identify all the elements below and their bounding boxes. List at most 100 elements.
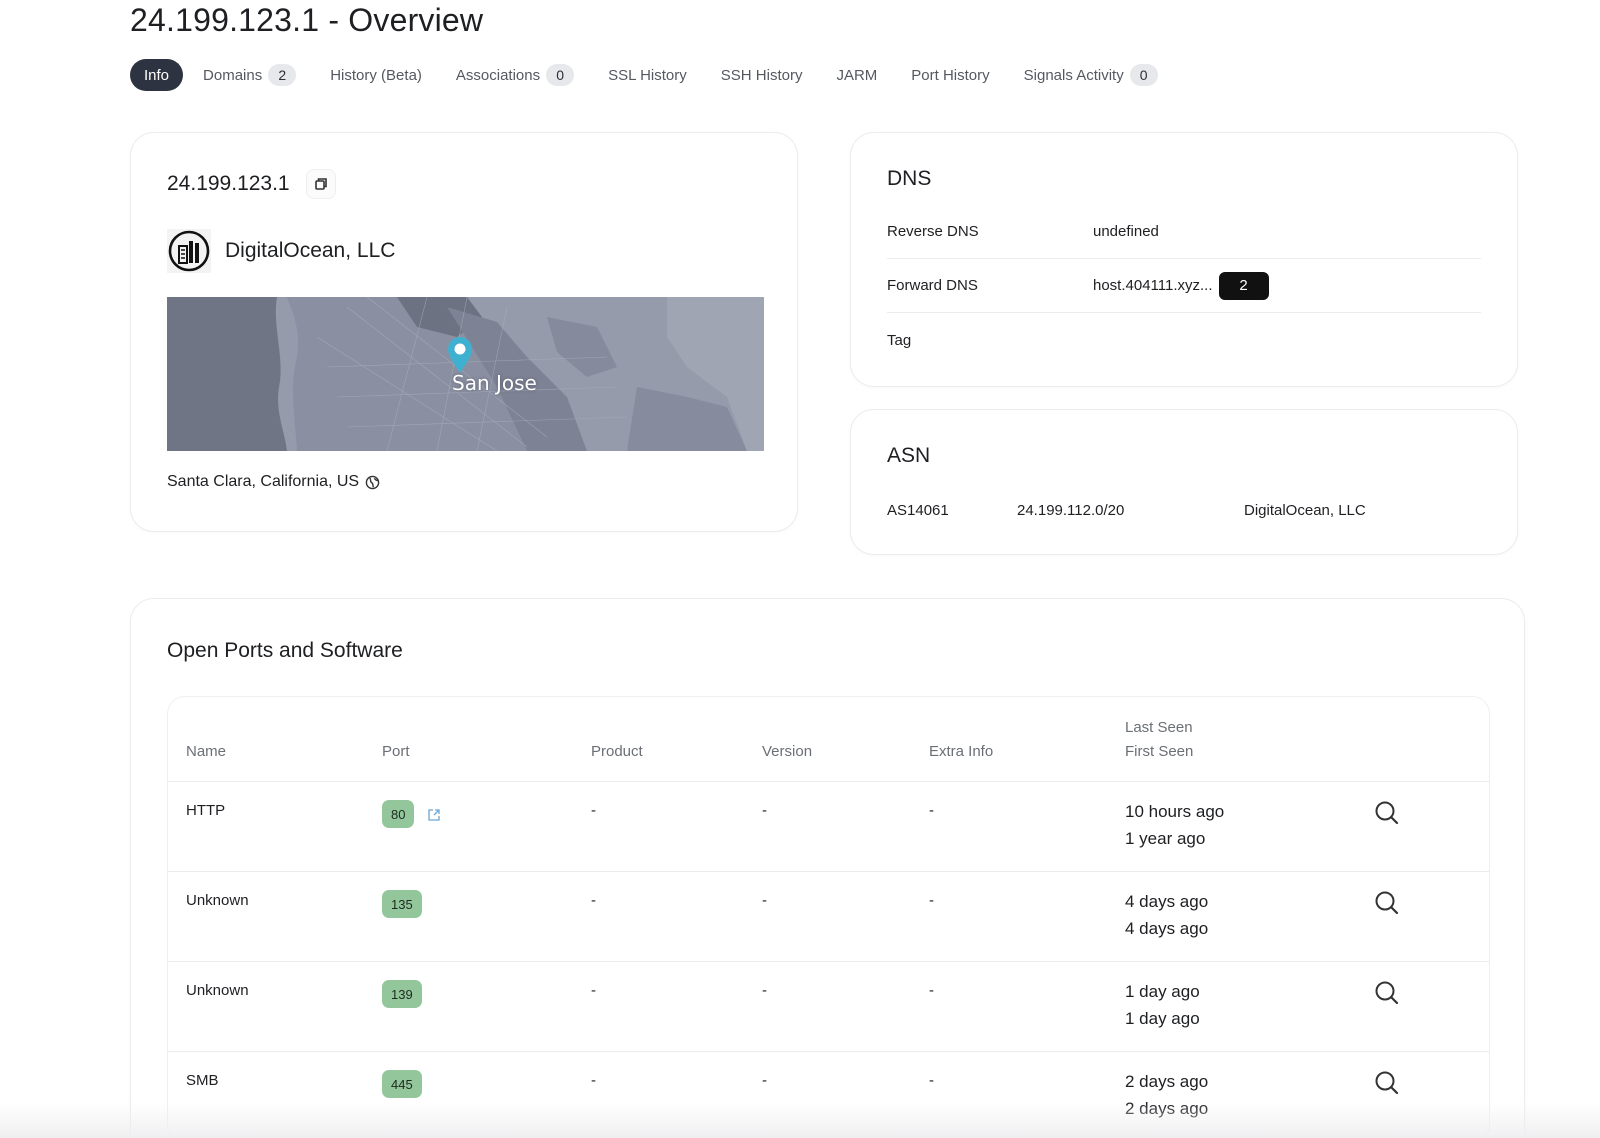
tab-label: Domains: [203, 66, 263, 84]
port-badge[interactable]: 80: [382, 800, 415, 828]
open-ports-card: Open Ports and Software Name Port Produc…: [130, 598, 1525, 1138]
reverse-dns-row: Reverse DNS undefined: [887, 205, 1481, 259]
version-cell: -: [762, 982, 767, 999]
table-row: HTTP 80 - - - 10 hours ago 1 year ago: [168, 782, 1489, 872]
asn-org: DigitalOcean, LLC: [1244, 502, 1366, 519]
search-button[interactable]: [1374, 980, 1400, 1010]
ip-info-card: 24.199.123.1 DigitalOcean, LLC San Jose …: [130, 132, 798, 532]
seen-cell: 1 day ago 1 day ago: [1125, 978, 1200, 1032]
port-badge[interactable]: 139: [382, 980, 422, 1008]
port-badge[interactable]: 445: [382, 1070, 422, 1098]
tab-ssh-history[interactable]: SSH History: [707, 59, 817, 91]
port-cell: 445: [382, 1070, 422, 1098]
col-last-seen[interactable]: Last Seen: [1125, 719, 1193, 736]
tab-history[interactable]: History (Beta): [316, 59, 436, 91]
tab-bar: Info Domains 2 History (Beta) Association…: [130, 59, 1178, 91]
tab-domains[interactable]: Domains 2: [189, 59, 310, 91]
port-cell: 135: [382, 890, 422, 918]
map-city-label: San Jose: [452, 371, 537, 395]
seen-cell: 4 days ago 4 days ago: [1125, 888, 1208, 942]
tab-label: SSH History: [720, 66, 803, 84]
version-cell: -: [762, 1072, 767, 1089]
seen-cell: 2 days ago 2 days ago: [1125, 1068, 1208, 1122]
col-port[interactable]: Port: [382, 743, 410, 760]
tab-count-badge: 0: [1129, 64, 1158, 86]
first-seen: 2 days ago: [1125, 1099, 1209, 1118]
ip-row: 24.199.123.1: [167, 169, 336, 199]
page-title: 24.199.123.1 - Overview: [130, 2, 484, 38]
org-row: DigitalOcean, LLC: [167, 229, 395, 273]
forward-dns-count-button[interactable]: 2: [1218, 271, 1269, 300]
first-seen: 4 days ago: [1125, 919, 1209, 938]
tab-label: Signals Activity: [1023, 66, 1124, 84]
product-cell: -: [591, 892, 596, 909]
product-cell: -: [591, 982, 596, 999]
dns-heading: DNS: [887, 167, 932, 190]
table-row: Unknown 135 - - - 4 days ago 4 days ago: [168, 872, 1489, 962]
tab-jarm[interactable]: JARM: [822, 59, 891, 91]
seen-cell: 10 hours ago 1 year ago: [1125, 798, 1224, 852]
last-seen: 2 days ago: [1125, 1072, 1209, 1091]
tab-label: JARM: [836, 66, 878, 84]
dns-label: Forward DNS: [887, 277, 978, 294]
ports-table: Name Port Product Version Extra Info Las…: [167, 696, 1490, 1138]
external-link-icon[interactable]: [427, 808, 441, 822]
tab-port-history[interactable]: Port History: [897, 59, 1003, 91]
service-name: Unknown: [186, 982, 249, 999]
search-icon: [1375, 891, 1399, 915]
map-pin-icon[interactable]: [445, 335, 475, 375]
table-header: Name Port Product Version Extra Info Las…: [168, 697, 1489, 782]
tab-associations[interactable]: Associations 0: [442, 59, 588, 91]
copy-icon: [314, 178, 327, 190]
last-seen: 10 hours ago: [1125, 802, 1225, 821]
tab-count-badge: 2: [268, 64, 297, 86]
dns-value-wrap: host.404111.xyz... 2: [1093, 271, 1269, 300]
col-product[interactable]: Product: [591, 743, 643, 760]
asn-card: ASN AS14061 24.199.112.0/20 DigitalOcean…: [850, 409, 1518, 555]
tab-label: Associations: [455, 66, 541, 84]
col-first-seen[interactable]: First Seen: [1125, 743, 1193, 760]
col-version[interactable]: Version: [762, 743, 812, 760]
dns-label: Reverse DNS: [887, 223, 979, 240]
dns-label: Tag: [887, 331, 912, 349]
search-icon: [1375, 1071, 1399, 1095]
port-badge[interactable]: 135: [382, 890, 422, 918]
first-seen: 1 day ago: [1125, 1009, 1200, 1028]
search-button[interactable]: [1374, 890, 1400, 920]
extra-info-cell: -: [929, 982, 934, 999]
globe-icon: [365, 475, 380, 490]
port-cell: 139: [382, 980, 422, 1008]
search-icon: [1375, 801, 1399, 825]
tab-label: Port History: [911, 66, 990, 84]
tab-label: Info: [144, 66, 170, 84]
first-seen: 1 year ago: [1125, 829, 1206, 848]
location-map[interactable]: San Jose: [167, 297, 764, 451]
search-button[interactable]: [1374, 1070, 1400, 1100]
open-ports-title: Open Ports and Software: [167, 639, 403, 662]
dns-value: undefined: [1093, 223, 1159, 240]
last-seen: 1 day ago: [1125, 982, 1200, 1001]
product-cell: -: [591, 802, 596, 819]
asn-range[interactable]: 24.199.112.0/20: [1017, 502, 1244, 519]
copy-ip-button[interactable]: [305, 169, 336, 199]
search-button[interactable]: [1374, 800, 1400, 830]
service-name: Unknown: [186, 892, 249, 909]
tab-count-badge: 0: [546, 64, 575, 86]
extra-info-cell: -: [929, 802, 934, 819]
extra-info-cell: -: [929, 1072, 934, 1089]
forward-dns-value[interactable]: host.404111.xyz...: [1093, 277, 1213, 294]
port-cell: 80: [382, 800, 441, 828]
asn-row: AS14061 24.199.112.0/20 DigitalOcean, LL…: [887, 502, 1366, 519]
col-name[interactable]: Name: [186, 743, 226, 760]
location-row: Santa Clara, California, US: [167, 473, 380, 491]
tab-info[interactable]: Info: [130, 59, 184, 91]
ip-address: 24.199.123.1: [167, 172, 290, 195]
asn-heading: ASN: [887, 444, 931, 467]
version-cell: -: [762, 802, 767, 819]
version-cell: -: [762, 892, 767, 909]
asn-number[interactable]: AS14061: [887, 502, 1017, 519]
col-extra-info[interactable]: Extra Info: [929, 743, 993, 760]
service-name: SMB: [186, 1072, 219, 1089]
tab-ssl-history[interactable]: SSL History: [594, 59, 701, 91]
tab-signals-activity[interactable]: Signals Activity 0: [1010, 59, 1172, 91]
